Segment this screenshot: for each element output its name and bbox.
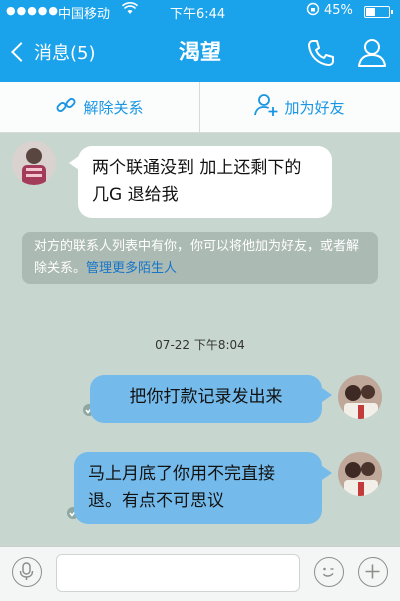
outgoing-message-bubble[interactable]: 马上月底了你用不完直接退。有点不可思议 <box>74 452 322 524</box>
emoji-icon[interactable] <box>314 557 344 587</box>
back-button[interactable]: 消息(5) <box>8 34 96 70</box>
battery-fill <box>366 8 375 16</box>
add-friend-icon <box>254 93 284 121</box>
message-input[interactable] <box>56 554 300 592</box>
signal-strength: ●●●●● <box>6 4 59 17</box>
contact-avatar[interactable] <box>12 141 56 185</box>
bubble-tail <box>322 466 332 480</box>
self-avatar[interactable] <box>338 375 382 419</box>
self-avatar[interactable] <box>338 452 382 496</box>
relationship-action-bar: 07-22 下午8:04 解除关系 加为好友 <box>0 82 400 206</box>
chevron-left-icon <box>11 42 31 62</box>
wifi-icon <box>121 2 139 20</box>
carrier-name: 中国移动 <box>58 7 111 22</box>
broken-link-icon <box>55 94 83 120</box>
battery-percent: 45% <box>324 3 353 18</box>
unlink-label: 解除关系 <box>83 98 144 117</box>
battery-icon <box>364 6 393 18</box>
unlink-button[interactable]: 解除关系 <box>0 82 200 132</box>
outgoing-message-bubble[interactable]: 把你打款记录发出来 <box>90 375 322 423</box>
incoming-message-bubble[interactable]: 两个联通没到 加上还剩下的几G 退给我 <box>78 146 332 218</box>
plus-icon[interactable] <box>358 557 388 587</box>
add-friend-label: 加为好友 <box>284 98 345 117</box>
rotation-lock-icon <box>306 2 320 20</box>
message-timestamp: 07-22 下午8:04 <box>155 338 245 352</box>
status-bar: ●●●●● 中国移动 下午6:44 45% <box>0 0 400 22</box>
nav-bar: 消息(5) 渴望 <box>0 22 400 82</box>
input-bar <box>0 546 400 601</box>
stranger-notice: 对方的联系人列表中有你，你可以将他加为好友，或者解除关系。管理更多陌生人 <box>22 232 378 284</box>
back-label: 消息(5) <box>34 43 96 64</box>
battery-nub <box>391 10 393 14</box>
microphone-icon[interactable] <box>12 557 42 587</box>
notice-text: 对方的联系人列表中有你，你可以将他加为好友，或者解除关系。 <box>34 239 360 276</box>
add-friend-button[interactable]: 加为好友 <box>200 82 399 132</box>
manage-strangers-link[interactable]: 管理更多陌生人 <box>86 261 177 276</box>
bubble-tail <box>322 388 332 402</box>
profile-icon[interactable] <box>356 36 388 68</box>
phone-icon[interactable] <box>306 38 336 68</box>
clock-time: 下午6:44 <box>170 7 226 22</box>
